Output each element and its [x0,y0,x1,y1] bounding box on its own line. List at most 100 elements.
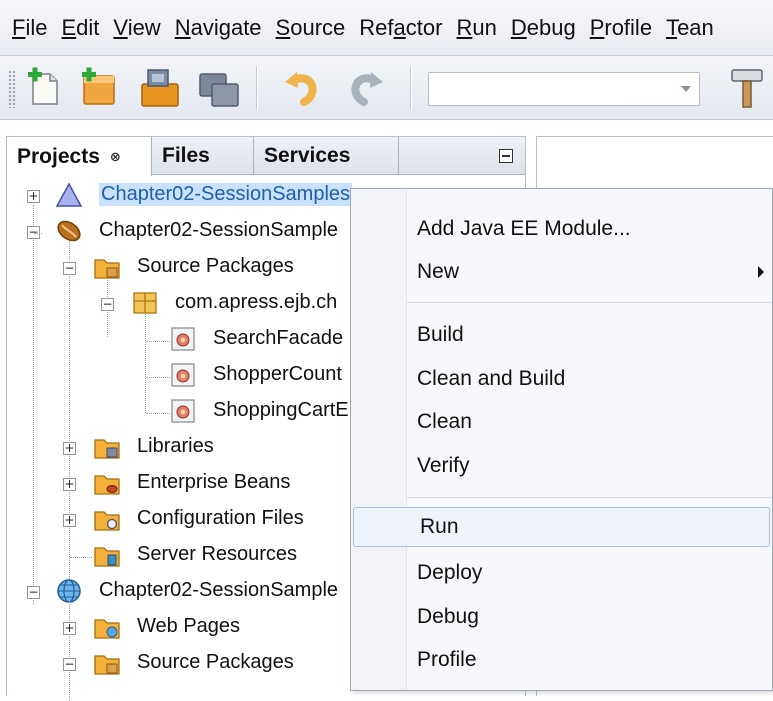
tab-services[interactable]: Services [254,137,399,175]
tree-node-label[interactable]: com.apress.ejb.ch [175,291,337,314]
menu-item-verify[interactable]: Verify [351,446,772,486]
tree-node-label[interactable]: SearchFacade [213,327,343,350]
tree-guide [146,341,170,342]
menu-item-build[interactable]: Build [351,315,772,355]
menu-divider [407,497,772,498]
context-menu: Add Java EE Module... New Build Clean an… [350,188,773,691]
menu-item-label: Add Java EE Module... [417,217,631,240]
tree-guide [69,241,70,581]
menu-refactor[interactable]: Refactor [359,15,442,41]
new-file-icon[interactable] [24,66,66,110]
tree-node-label[interactable]: Server Resources [137,543,297,566]
java-class-icon [169,325,197,353]
menu-item-clean-and-build[interactable]: Clean and Build [351,359,772,399]
configuration-combo[interactable] [428,72,700,106]
tree-node-label[interactable]: Chapter02-SessionSample [99,219,338,242]
ejb-module-bean-icon [55,217,83,245]
menu-item-label: Debug [417,605,479,628]
redo-icon[interactable] [344,66,386,110]
menu-item-deploy[interactable]: Deploy [351,553,772,593]
new-project-icon[interactable] [78,66,120,110]
minimize-window-icon[interactable] [499,149,513,163]
tree-node-label[interactable]: ShoppingCartE [213,399,349,422]
java-package-icon [131,289,159,317]
tab-projects[interactable]: Projects ⊗ [7,137,152,176]
menu-item-label: Deploy [417,561,483,584]
menu-divider [407,302,772,303]
submenu-arrow-icon [758,266,764,278]
tree-node-label[interactable]: ShopperCount [213,363,342,386]
menu-run[interactable]: Run [456,15,496,41]
collapse-toggle[interactable]: − [63,658,76,671]
source-packages-folder-icon [93,253,121,281]
collapse-toggle[interactable]: − [27,586,40,599]
menu-item-run[interactable]: Run [353,507,770,547]
undo-icon[interactable] [282,66,324,110]
menu-view[interactable]: View [113,15,160,41]
expand-toggle[interactable]: + [63,514,76,527]
server-resources-folder-icon [93,541,121,569]
menu-bar: File Edit View Navigate Source Refactor … [0,0,773,56]
menu-team[interactable]: Tean [666,15,714,41]
close-project-icon[interactable] [196,66,239,110]
tab-services-label: Services [264,144,351,167]
menu-source[interactable]: Source [276,15,346,41]
toolbar-separator [410,66,412,110]
tree-node-label[interactable]: Web Pages [137,615,240,638]
tree-guide [34,233,42,234]
libraries-folder-icon [93,433,121,461]
java-class-icon [169,361,197,389]
tree-guide [69,601,70,701]
tree-guide [70,557,92,558]
menu-debug[interactable]: Debug [511,15,576,41]
expand-toggle[interactable]: + [63,622,76,635]
menu-item-label: Profile [417,648,477,671]
tree-guide [33,205,34,605]
menu-profile[interactable]: Profile [590,15,652,41]
expand-toggle[interactable]: + [63,442,76,455]
chevron-down-icon[interactable] [681,86,691,92]
menu-file[interactable]: File [12,15,47,41]
menu-item-debug[interactable]: Debug [351,597,772,637]
panel-tabs: Projects ⊗ Files Services [7,137,525,176]
tree-node-label[interactable]: Chapter02-SessionSamples [99,183,353,206]
expand-toggle[interactable]: + [27,190,40,203]
enterprise-app-icon [55,181,83,209]
tree-node-label[interactable]: Source Packages [137,255,294,278]
tree-node-label[interactable]: Libraries [137,435,214,458]
menu-item-label: New [417,260,460,283]
toolbar-separator [256,66,258,110]
tab-projects-label: Projects [17,144,100,168]
toolbar [0,56,773,120]
expand-toggle[interactable]: + [63,478,76,491]
tab-files-label: Files [162,144,210,167]
menu-item-clean[interactable]: Clean [351,402,772,442]
java-class-icon [169,397,197,425]
tree-node-label[interactable]: Enterprise Beans [137,471,290,494]
menu-edit[interactable]: Edit [61,15,99,41]
tab-files[interactable]: Files [152,137,254,175]
menu-item-new[interactable]: New [351,252,772,292]
tree-node-label[interactable]: Configuration Files [137,507,304,530]
tree-node-label[interactable]: Source Packages [137,651,294,674]
tree-guide [146,413,170,414]
menu-item-label: Verify [417,454,470,477]
open-project-icon[interactable] [138,66,180,110]
build-hammer-icon[interactable] [728,66,770,110]
menu-item-label: Clean and Build [417,367,566,390]
source-packages-folder-icon [93,649,121,677]
collapse-toggle[interactable]: − [101,298,114,311]
close-icon[interactable]: ⊗ [110,149,121,165]
tree-node-label[interactable]: Chapter02-SessionSample [99,579,338,602]
menu-item-add-java-ee-module[interactable]: Add Java EE Module... [351,209,772,249]
menu-item-profile[interactable]: Profile [351,640,772,680]
toolbar-grip[interactable] [8,70,16,108]
menu-navigate[interactable]: Navigate [175,15,262,41]
menu-item-label: Run [420,515,459,538]
configuration-folder-icon [93,505,121,533]
collapse-toggle[interactable]: − [63,262,76,275]
menu-item-label: Build [417,323,464,346]
tree-guide [145,311,146,413]
web-pages-folder-icon [93,613,121,641]
tree-guide [146,377,170,378]
